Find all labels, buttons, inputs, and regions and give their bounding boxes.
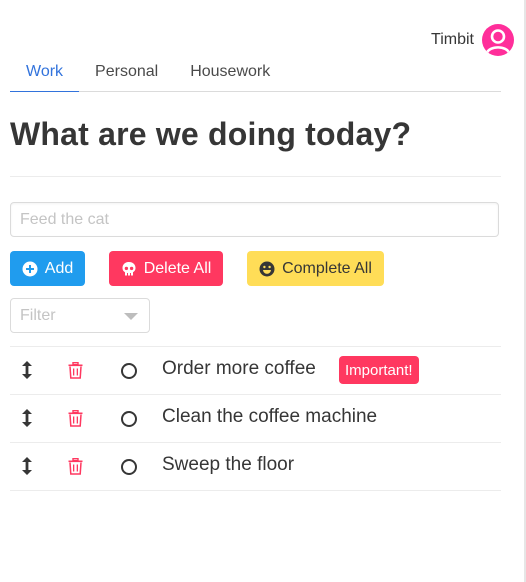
task-text: Sweep the floor <box>162 454 295 475</box>
important-tag: Important! <box>339 356 419 384</box>
complete-all-button[interactable]: Complete All <box>247 251 384 286</box>
add-button-label: Add <box>44 259 74 277</box>
avatar-icon[interactable] <box>482 24 514 56</box>
new-task-input[interactable] <box>10 202 499 237</box>
task-text: Order more coffee <box>162 358 316 379</box>
filter-select-value: Filter <box>20 306 56 324</box>
list-item: Order more coffee Important! <box>10 346 501 394</box>
drag-handle-icon[interactable] <box>21 457 33 475</box>
drag-handle-icon[interactable] <box>21 409 33 427</box>
list-item: Clean the coffee machine <box>10 394 501 442</box>
drag-handle-icon[interactable] <box>21 361 33 379</box>
trash-icon[interactable] <box>68 410 83 427</box>
complete-toggle[interactable] <box>121 363 137 379</box>
chevron-down-icon <box>124 313 138 320</box>
filter-select[interactable]: Filter <box>10 298 150 333</box>
list-item: Sweep the floor <box>10 442 501 491</box>
complete-all-button-label: Complete All <box>282 259 372 277</box>
delete-all-button[interactable]: Delete All <box>109 251 223 286</box>
plus-circle-icon <box>22 261 38 276</box>
skull-icon <box>122 261 136 275</box>
grin-icon <box>259 261 275 276</box>
add-button[interactable]: Add <box>10 251 85 286</box>
trash-icon[interactable] <box>68 362 83 379</box>
tab-personal[interactable]: Personal <box>79 56 174 91</box>
tab-bar: Work Personal Housework <box>10 56 501 92</box>
tab-housework[interactable]: Housework <box>174 56 286 91</box>
tab-work[interactable]: Work <box>10 56 80 92</box>
complete-toggle[interactable] <box>121 459 137 475</box>
complete-toggle[interactable] <box>121 411 137 427</box>
trash-icon[interactable] <box>68 458 83 475</box>
task-text: Clean the coffee machine <box>162 406 378 427</box>
divider <box>10 176 501 177</box>
user-name: Timbit <box>431 31 474 48</box>
delete-all-button-label: Delete All <box>143 259 212 277</box>
user-menu[interactable]: Timbit <box>431 24 514 56</box>
page-title: What are we doing today? <box>10 116 412 152</box>
task-list: Order more coffee Important! Clean the c… <box>10 346 501 491</box>
